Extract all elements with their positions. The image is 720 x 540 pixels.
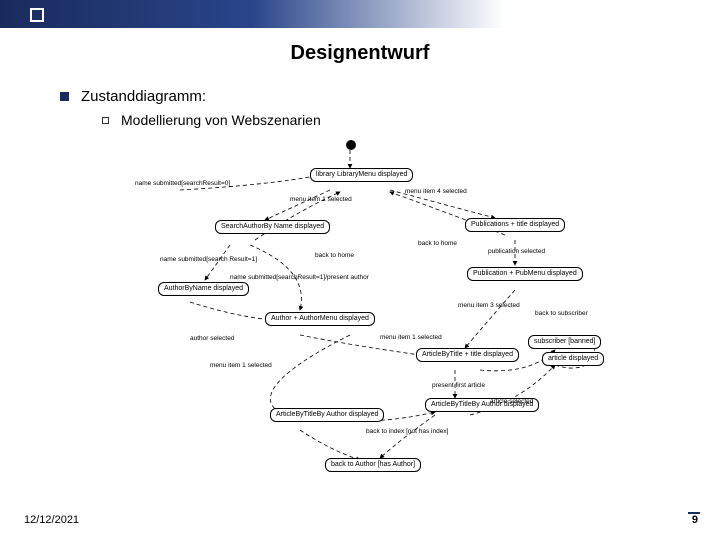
header-square-icon: [30, 8, 44, 22]
slide-header-bar: [0, 0, 720, 28]
label-back-subscriber: back to subscriber: [535, 310, 588, 317]
state-article-by-title-by2: ArticleByTitleBy Author displayed: [270, 408, 384, 422]
label-pub-selected: publication selected: [488, 248, 545, 255]
label-name-submitted-null: name submitted[searchResult=0]: [135, 180, 230, 187]
state-article-displayed: article displayed: [542, 352, 604, 366]
label-back-home-1: back to home: [315, 252, 354, 259]
footer-date: 12/12/2021: [24, 514, 79, 526]
state-subscriber: subscriber [banned]: [528, 335, 601, 349]
label-article-selected: article selected: [490, 398, 533, 405]
label-menu-item-1: menu item 1 selected: [290, 196, 352, 203]
label-back-search-index: back to index [not has index]: [366, 428, 448, 435]
label-name-submitted-present: name submitted[searchResult=1]/present a…: [230, 274, 369, 281]
slide-title: Designentwurf: [0, 42, 720, 65]
bullet-level-2: Modellierung von Webszenarien: [102, 112, 321, 128]
bullet-level-1: Zustanddiagramm:: [60, 88, 206, 105]
label-menu-item-4: menu item 4 selected: [405, 188, 467, 195]
label-name-submitted-search: name submitted[search Result=1]: [160, 256, 257, 263]
bullet-square-icon: [60, 92, 69, 101]
state-author-menu: Author + AuthorMenu displayed: [265, 312, 375, 326]
state-article-by-title: ArticleByTitle + title displayed: [416, 348, 519, 362]
label-menu-item-1-c: menu item 1 selected: [210, 362, 272, 369]
state-library-menu: library LibraryMenu displayed: [310, 168, 413, 182]
start-node-icon: [346, 140, 356, 150]
label-author-selected: author selected: [190, 335, 234, 342]
state-publication-pub: Publication + PubMenu displayed: [467, 267, 583, 281]
state-diagram: library LibraryMenu displayed SearchAuth…: [100, 140, 660, 490]
label-present-first: present first article: [432, 382, 485, 389]
bullet-open-icon: [102, 117, 109, 124]
label-menu-item-3: menu item 3 selected: [458, 302, 520, 309]
footer-page-number: 9: [692, 514, 698, 526]
state-search-author: SearchAuthorBy Name displayed: [215, 220, 330, 234]
sub1-text: Zustanddiagramm:: [81, 88, 206, 105]
state-publications: Publications + title displayed: [465, 218, 565, 232]
label-menu-item-1-b: menu item 1 selected: [380, 334, 442, 341]
label-back-home-2: back to home: [418, 240, 457, 247]
sub2-text: Modellierung von Webszenarien: [121, 112, 321, 128]
state-author-by-name: AuthorByName displayed: [158, 282, 249, 296]
state-back-final: back to Author [has Author]: [325, 458, 421, 472]
